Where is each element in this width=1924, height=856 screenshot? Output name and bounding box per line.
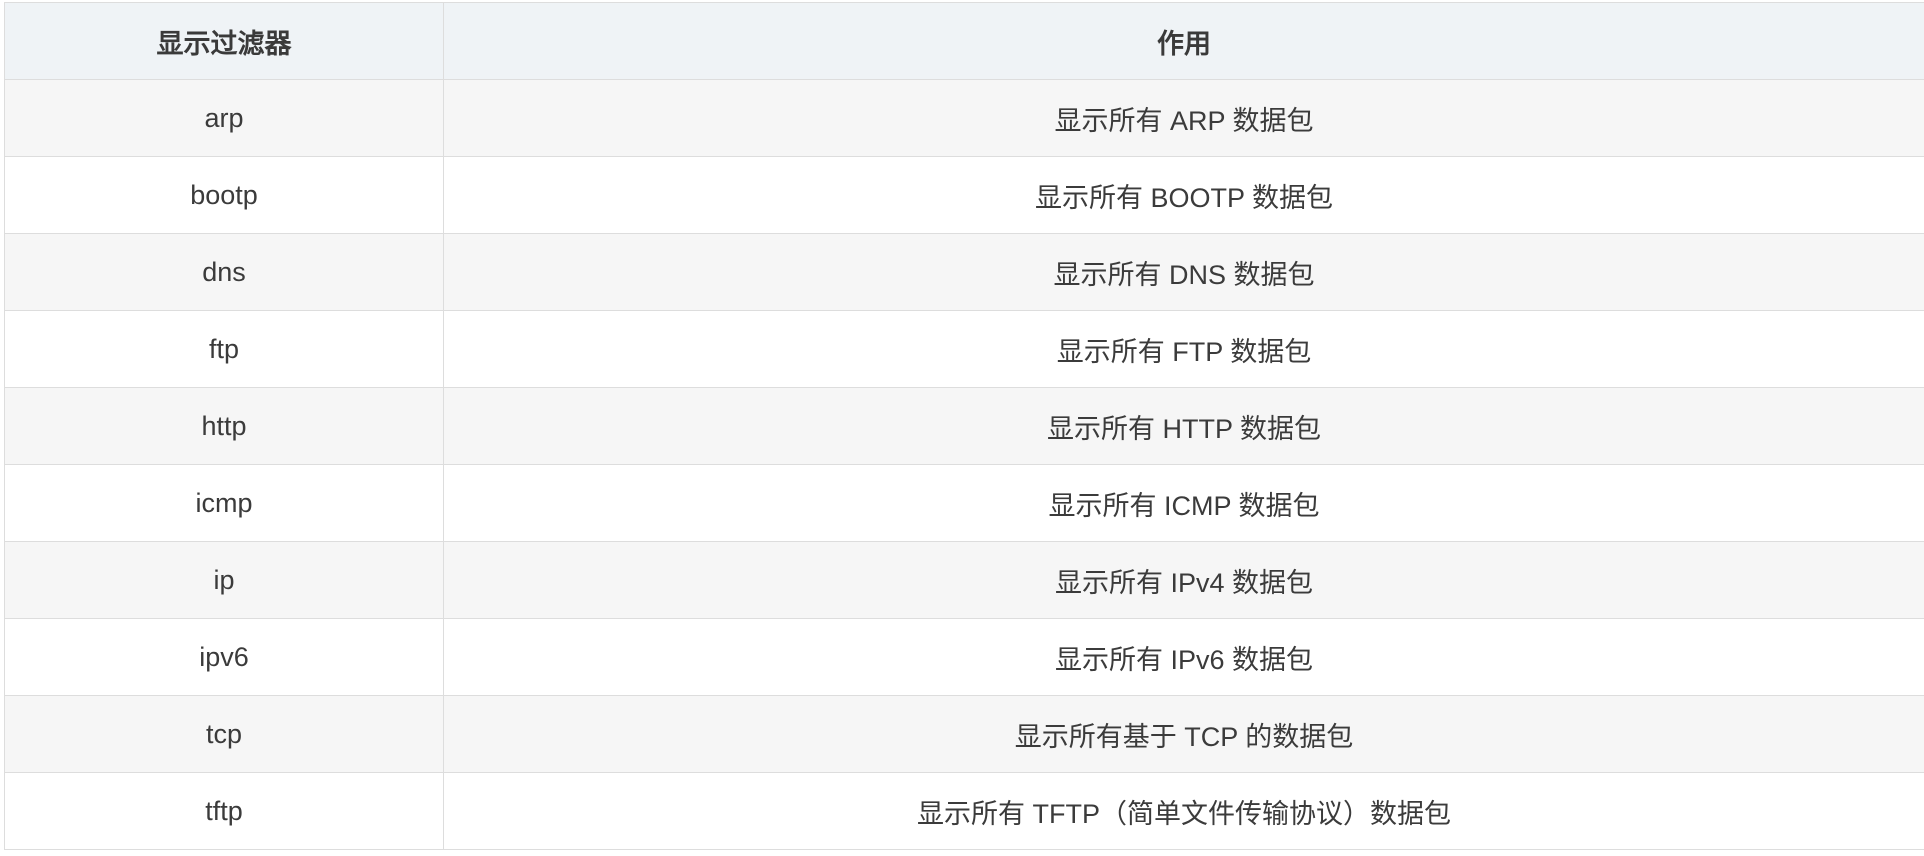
filter-cell: dns — [4, 233, 444, 311]
effect-cell: 显示所有基于 TCP 的数据包 — [443, 695, 1924, 773]
table-row: bootp 显示所有 BOOTP 数据包 — [4, 156, 1924, 234]
header-effect: 作用 — [443, 2, 1924, 80]
effect-cell: 显示所有 HTTP 数据包 — [443, 387, 1924, 465]
filter-table-container: 显示过滤器 作用 arp 显示所有 ARP 数据包 bootp 显示所有 BOO… — [4, 2, 1924, 850]
effect-cell: 显示所有 IPv6 数据包 — [443, 618, 1924, 696]
table-body: arp 显示所有 ARP 数据包 bootp 显示所有 BOOTP 数据包 dn… — [4, 79, 1924, 850]
effect-cell: 显示所有 BOOTP 数据包 — [443, 156, 1924, 234]
effect-cell: 显示所有 DNS 数据包 — [443, 233, 1924, 311]
table-row: icmp 显示所有 ICMP 数据包 — [4, 464, 1924, 542]
filter-table: 显示过滤器 作用 arp 显示所有 ARP 数据包 bootp 显示所有 BOO… — [4, 2, 1924, 850]
header-display-filter: 显示过滤器 — [4, 2, 444, 80]
table-row: ftp 显示所有 FTP 数据包 — [4, 310, 1924, 388]
table-row: tftp 显示所有 TFTP（简单文件传输协议）数据包 — [4, 772, 1924, 850]
table-header: 显示过滤器 作用 — [4, 2, 1924, 80]
filter-cell: http — [4, 387, 444, 465]
table-row: dns 显示所有 DNS 数据包 — [4, 233, 1924, 311]
effect-cell: 显示所有 ARP 数据包 — [443, 79, 1924, 157]
filter-cell: ipv6 — [4, 618, 444, 696]
filter-cell: icmp — [4, 464, 444, 542]
table-row: http 显示所有 HTTP 数据包 — [4, 387, 1924, 465]
filter-cell: bootp — [4, 156, 444, 234]
filter-cell: ip — [4, 541, 444, 619]
filter-cell: ftp — [4, 310, 444, 388]
effect-cell: 显示所有 TFTP（简单文件传输协议）数据包 — [443, 772, 1924, 850]
effect-cell: 显示所有 FTP 数据包 — [443, 310, 1924, 388]
table-row: tcp 显示所有基于 TCP 的数据包 — [4, 695, 1924, 773]
filter-cell: tftp — [4, 772, 444, 850]
header-row: 显示过滤器 作用 — [4, 2, 1924, 80]
effect-cell: 显示所有 IPv4 数据包 — [443, 541, 1924, 619]
effect-cell: 显示所有 ICMP 数据包 — [443, 464, 1924, 542]
table-row: ip 显示所有 IPv4 数据包 — [4, 541, 1924, 619]
table-row: arp 显示所有 ARP 数据包 — [4, 79, 1924, 157]
filter-cell: tcp — [4, 695, 444, 773]
table-row: ipv6 显示所有 IPv6 数据包 — [4, 618, 1924, 696]
filter-cell: arp — [4, 79, 444, 157]
